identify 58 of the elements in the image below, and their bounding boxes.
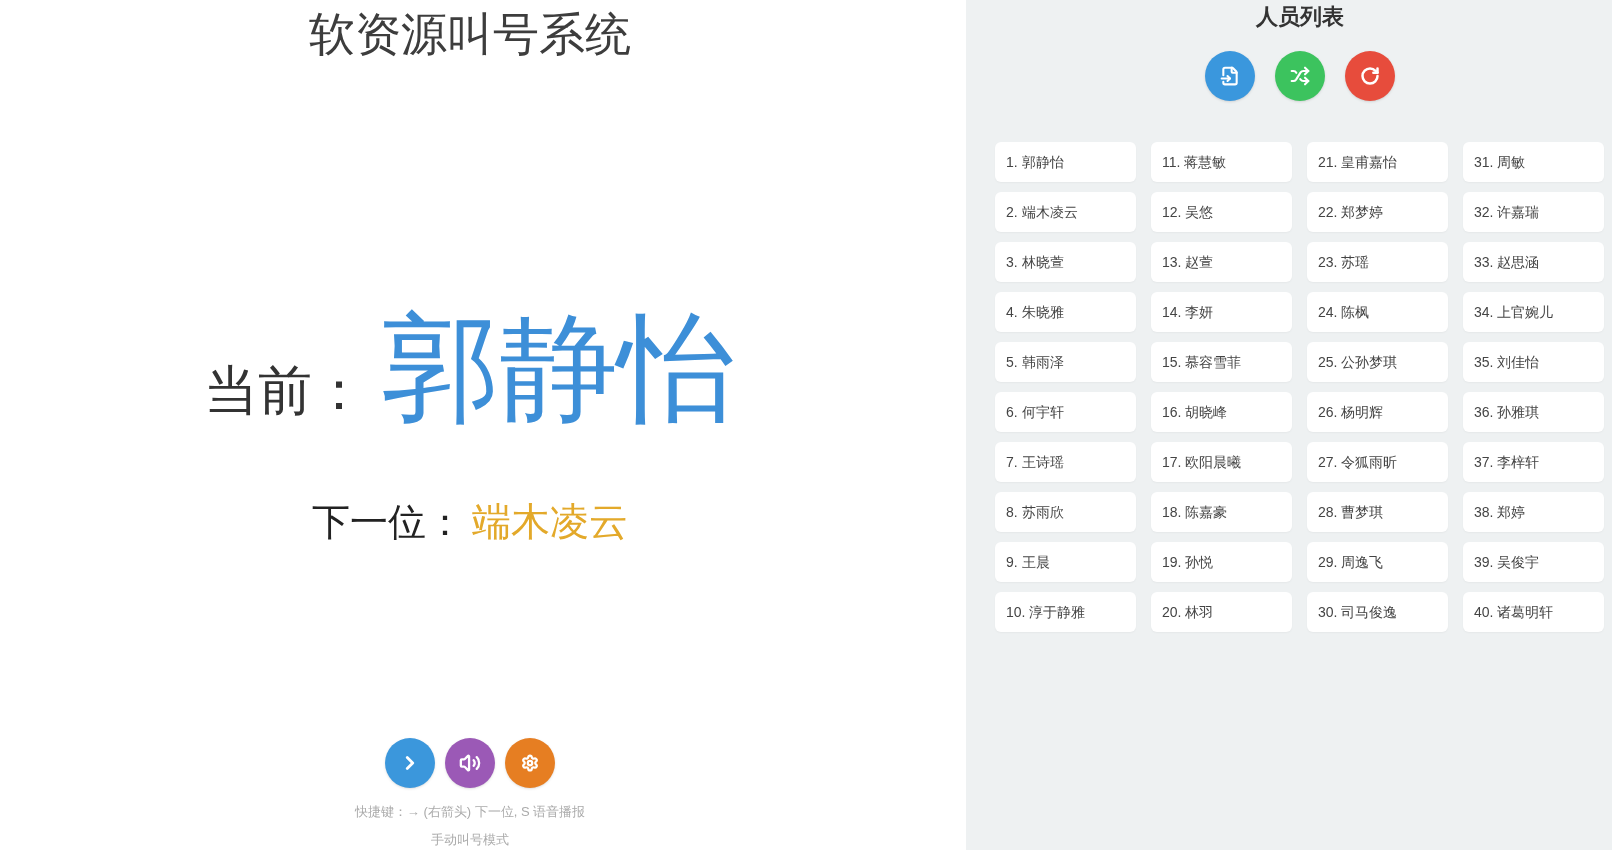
person-card: 28. 曹梦琪 [1307,492,1448,532]
person-card: 38. 郑婷 [1463,492,1604,532]
person-card: 19. 孙悦 [1151,542,1292,582]
import-button[interactable] [1204,51,1255,101]
speaker-icon [459,752,481,774]
person-card: 24. 陈枫 [1307,292,1448,332]
person-card: 17. 欧阳晨曦 [1151,442,1292,482]
mode-label: 手动叫号模式 [431,831,509,849]
person-card: 18. 陈嘉豪 [1151,492,1292,532]
reset-button[interactable] [1344,51,1395,101]
person-card: 39. 吴俊宇 [1463,542,1604,582]
person-card: 2. 端木凌云 [995,192,1136,232]
person-card: 33. 赵思涵 [1463,242,1604,282]
file-arrow-icon [1219,66,1240,86]
person-card: 25. 公孙梦琪 [1307,342,1448,382]
person-card: 20. 林羽 [1151,592,1292,632]
person-card: 4. 朱晓雅 [995,292,1136,332]
shuffle-button[interactable] [1274,51,1325,101]
person-card: 36. 孙雅琪 [1463,392,1604,432]
person-card: 21. 皇甫嘉怡 [1307,142,1448,182]
person-card: 7. 王诗瑶 [995,442,1136,482]
person-card: 34. 上官婉儿 [1463,292,1604,332]
current-name: 郭静怡 [382,308,736,428]
person-card: 29. 周逸飞 [1307,542,1448,582]
person-card: 16. 胡晓峰 [1151,392,1292,432]
next-button[interactable] [385,738,435,788]
current-label: 当前： [204,359,366,422]
settings-button[interactable] [505,738,555,788]
person-card: 11. 蒋慧敏 [1151,142,1292,182]
person-card: 5. 韩雨泽 [995,342,1136,382]
person-card: 22. 郑梦婷 [1307,192,1448,232]
settings-icon [521,754,539,772]
shuffle-icon [1289,66,1310,86]
person-card: 6. 何宇轩 [995,392,1136,432]
next-name: 端木凌云 [472,500,628,544]
person-card: 14. 李妍 [1151,292,1292,332]
person-card: 31. 周敏 [1463,142,1604,182]
person-card: 13. 赵萱 [1151,242,1292,282]
person-card: 40. 诸葛明轩 [1463,592,1604,632]
person-card: 15. 慕容雪菲 [1151,342,1292,382]
person-card: 32. 许嘉瑞 [1463,192,1604,232]
person-card: 1. 郭静怡 [995,142,1136,182]
person-card: 30. 司马俊逸 [1307,592,1448,632]
person-card: 9. 王晨 [995,542,1136,582]
person-card: 12. 吴悠 [1151,192,1292,232]
person-card: 23. 苏瑶 [1307,242,1448,282]
person-card: 37. 李梓轩 [1463,442,1604,482]
speak-button[interactable] [445,738,495,788]
person-card: 3. 林晓萱 [995,242,1136,282]
next-label: 下一位： [312,500,464,544]
person-card: 10. 淳于静雅 [995,592,1136,632]
rotate-arrow-icon [1359,66,1380,86]
app-title: 软资源叫号系统 [309,7,631,62]
person-card: 26. 杨明辉 [1307,392,1448,432]
person-card: 35. 刘佳怡 [1463,342,1604,382]
person-card: 27. 令狐雨昕 [1307,442,1448,482]
person-card: 8. 苏雨欣 [995,492,1136,532]
roster-title: 人员列表 [1255,3,1344,31]
